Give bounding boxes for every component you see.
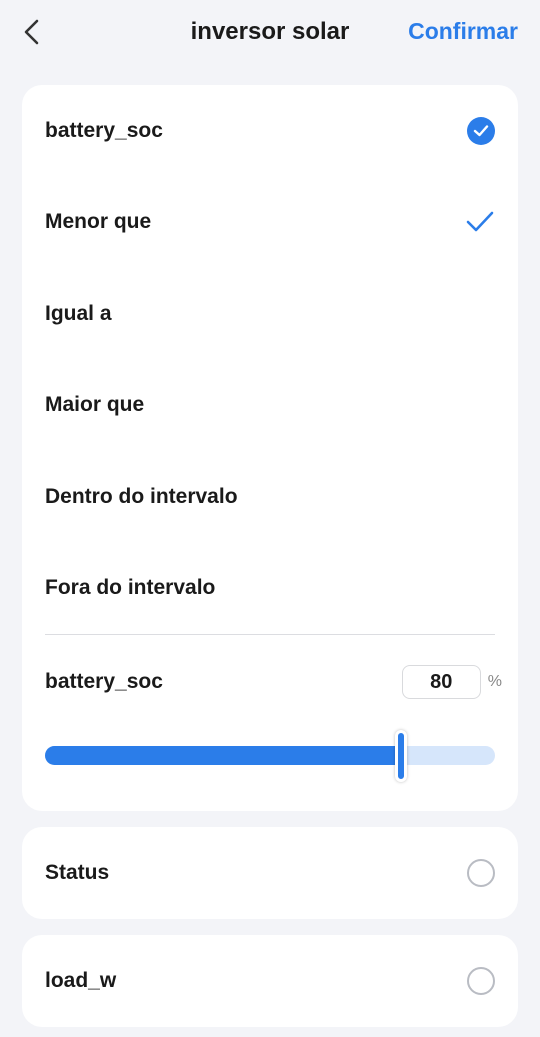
parameter-row-battery-soc[interactable]: battery_soc [45, 85, 495, 176]
option-fora-do-intervalo[interactable]: Fora do intervalo [45, 542, 495, 633]
option-label: Dentro do intervalo [45, 484, 238, 508]
unit-label: % [487, 673, 502, 690]
option-label: Menor que [45, 209, 152, 233]
option-label: Igual a [45, 301, 112, 325]
checkmark-icon [465, 207, 495, 237]
radio-empty-icon[interactable] [467, 859, 495, 887]
check-circle-icon [467, 116, 495, 145]
value-row: battery_soc % [45, 655, 502, 709]
parameter-label: battery_soc [45, 118, 163, 142]
parameter-row-load-w[interactable]: load_w [45, 935, 495, 1027]
value-slider[interactable] [45, 730, 495, 782]
option-label: Maior que [45, 392, 145, 416]
slider-fill [45, 746, 401, 765]
parameter-row-status[interactable]: Status [45, 827, 495, 919]
option-igual-a[interactable]: Igual a [45, 268, 495, 359]
status-card[interactable]: Status [22, 827, 518, 919]
parameter-label: load_w [45, 969, 117, 992]
load-card[interactable]: load_w [22, 935, 518, 1027]
value-label: battery_soc [45, 670, 163, 693]
header: inversor solar Confirmar [0, 0, 540, 64]
parameter-label: Status [45, 861, 110, 884]
option-label: Fora do intervalo [45, 575, 216, 599]
radio-empty-icon[interactable] [467, 967, 495, 995]
value-group: % [401, 665, 502, 699]
option-menor-que[interactable]: Menor que [45, 176, 495, 267]
option-dentro-do-intervalo[interactable]: Dentro do intervalo [45, 451, 495, 542]
option-maior-que[interactable]: Maior que [45, 359, 495, 450]
slider-handle[interactable] [395, 730, 407, 782]
confirm-button[interactable]: Confirmar [408, 18, 518, 45]
condition-card: battery_soc Menor que Igual a Maior que … [22, 85, 518, 811]
value-input[interactable] [401, 665, 481, 699]
divider [45, 634, 495, 635]
